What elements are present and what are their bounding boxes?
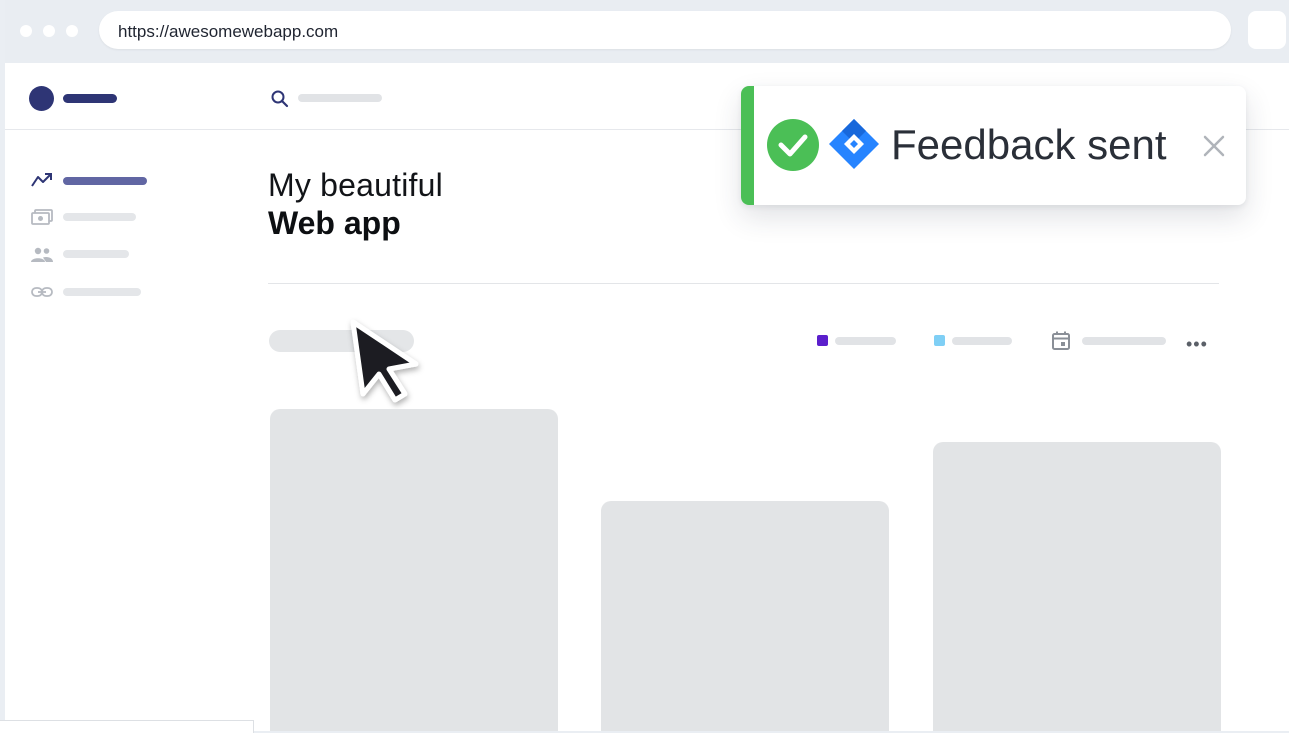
sidebar-item-label [63, 250, 129, 258]
chart-bar [270, 409, 558, 731]
window-maximize-dot[interactable] [66, 25, 78, 37]
content-divider [268, 283, 1219, 284]
sidebar-item-label [63, 177, 147, 185]
page-title-bold: Web app [268, 205, 401, 241]
jira-icon [829, 119, 879, 169]
chart-bar [601, 501, 889, 731]
bottom-window-edge [0, 720, 254, 733]
browser-chrome: https://awesomewebapp.com [5, 0, 1289, 63]
app-name-placeholder [63, 94, 117, 103]
window-minimize-dot[interactable] [43, 25, 55, 37]
sidebar-divider [5, 129, 253, 130]
chart-bar [933, 442, 1221, 731]
search-input[interactable] [298, 94, 382, 102]
browser-extension-button[interactable] [1248, 11, 1286, 49]
app-logo[interactable] [29, 86, 54, 111]
calendar-icon[interactable] [1051, 330, 1071, 351]
sidebar-item-label [63, 213, 136, 221]
legend-label [952, 337, 1012, 345]
sidebar-item-label [63, 288, 141, 296]
cursor-icon [350, 319, 419, 403]
search-icon[interactable] [270, 89, 290, 109]
feedback-toast: Feedback sent [741, 86, 1246, 205]
more-icon[interactable]: ••• [1186, 334, 1208, 355]
legend-swatch-blue [934, 335, 945, 346]
people-icon [31, 247, 53, 262]
legend-swatch-purple [817, 335, 828, 346]
check-icon [767, 119, 819, 171]
url-text: https://awesomewebapp.com [118, 22, 339, 41]
date-range-placeholder[interactable] [1082, 337, 1166, 345]
close-icon[interactable] [1202, 134, 1226, 158]
trending-icon [31, 173, 52, 187]
toast-accent-bar [741, 86, 754, 205]
link-icon [31, 287, 53, 297]
address-bar[interactable]: https://awesomewebapp.com [99, 11, 1231, 49]
toast-message: Feedback sent [891, 121, 1167, 168]
legend-label [835, 337, 896, 345]
browser-window: https://awesomewebapp.com My beautiful W… [5, 0, 1289, 731]
money-icon [31, 209, 53, 225]
window-close-dot[interactable] [20, 25, 32, 37]
page-title-light: My beautiful [268, 167, 443, 203]
